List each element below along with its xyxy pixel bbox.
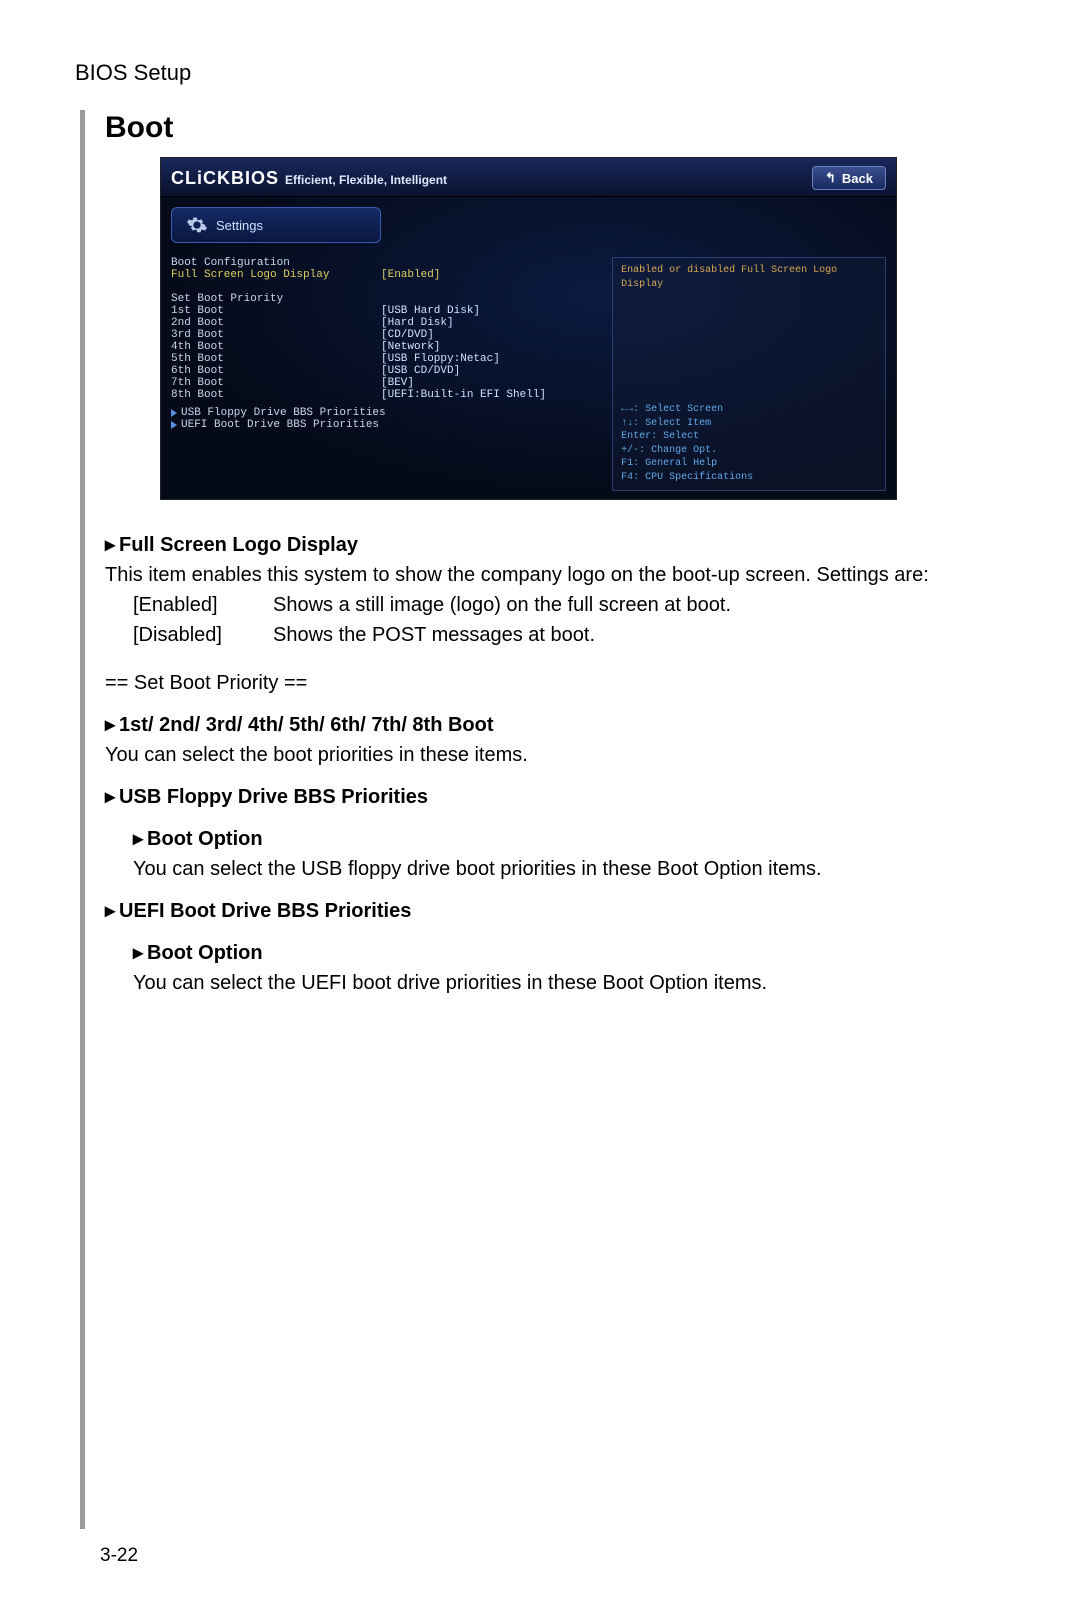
boot-row[interactable]: 5th Boot[USB Floppy:Netac]: [171, 353, 606, 365]
back-arrow-icon: ↰: [825, 170, 836, 186]
bios-help-pane: Enabled or disabled Full Screen Logo Dis…: [612, 257, 886, 491]
boot-7-label: 7th Boot: [171, 377, 381, 389]
usb-floppy-bbs-label: USB Floppy Drive BBS Priorities: [181, 407, 386, 419]
bios-brand: CLiCKBIOS Efficient, Flexible, Intellige…: [171, 168, 447, 189]
boot-4-value: [Network]: [381, 341, 440, 353]
key-hint: +/-: Change Opt.: [621, 444, 877, 458]
bios-tagline: Efficient, Flexible, Intelligent: [285, 173, 447, 187]
boot-row[interactable]: 6th Boot[USB CD/DVD]: [171, 365, 606, 377]
opt-enabled-val: Shows a still image (logo) on the full s…: [273, 590, 731, 620]
item-heading: ▸UEFI Boot Drive BBS Priorities: [105, 896, 980, 926]
item3-subhead: Boot Option: [147, 828, 263, 850]
boot-6-value: [USB CD/DVD]: [381, 365, 460, 377]
boot-1-label: 1st Boot: [171, 305, 381, 317]
item2-head: 1st/ 2nd/ 3rd/ 4th/ 5th/ 6th/ 7th/ 8th B…: [119, 714, 493, 736]
item4-subhead: Boot Option: [147, 942, 263, 964]
item3-head: USB Floppy Drive BBS Priorities: [119, 786, 428, 808]
triangle-icon: [171, 421, 177, 429]
option-row: [Disabled]Shows the POST messages at boo…: [133, 620, 980, 650]
bios-top-bar: CLiCKBIOS Efficient, Flexible, Intellige…: [161, 158, 896, 197]
bios-logo: CLiCKBIOS: [171, 168, 279, 189]
settings-label: Settings: [216, 218, 263, 233]
boot-row[interactable]: 7th Boot[BEV]: [171, 377, 606, 389]
uefi-boot-bbs-link[interactable]: UEFI Boot Drive BBS Priorities: [171, 419, 606, 431]
option-row: [Enabled]Shows a still image (logo) on t…: [133, 590, 980, 620]
key-hints: ←→: Select Screen ↑↓: Select Item Enter:…: [621, 403, 877, 484]
boot-3-value: [CD/DVD]: [381, 329, 434, 341]
boot-2-value: [Hard Disk]: [381, 317, 454, 329]
item1-desc: This item enables this system to show th…: [105, 560, 980, 590]
boot-row[interactable]: 4th Boot[Network]: [171, 341, 606, 353]
item3-desc: You can select the USB floppy drive boot…: [133, 854, 980, 884]
boot-3-label: 3rd Boot: [171, 329, 381, 341]
key-hint: F4: CPU Specifications: [621, 471, 877, 485]
item-heading: ▸USB Floppy Drive BBS Priorities: [105, 782, 980, 812]
fs-logo-value: [Enabled]: [381, 269, 440, 281]
caret-icon: ▸: [105, 896, 115, 926]
section-title: Boot: [105, 111, 980, 145]
item1-head: Full Screen Logo Display: [119, 534, 358, 556]
document-body: ▸Full Screen Logo Display This item enab…: [105, 530, 980, 998]
gear-icon: [186, 214, 208, 236]
fs-logo-label: Full Screen Logo Display: [171, 269, 381, 281]
item4-head: UEFI Boot Drive BBS Priorities: [119, 900, 411, 922]
caret-icon: ▸: [133, 824, 143, 854]
key-hint: ↑↓: Select Item: [621, 417, 877, 431]
set-boot-priority-heading: == Set Boot Priority ==: [105, 668, 980, 698]
item-subheading: ▸Boot Option: [133, 938, 980, 968]
boot-config-label: Boot Configuration: [171, 257, 381, 269]
bios-left-pane: Boot Configuration Full Screen Logo Disp…: [171, 257, 606, 491]
item-subheading: ▸Boot Option: [133, 824, 980, 854]
opt-disabled-key: [Disabled]: [133, 620, 273, 650]
settings-tab[interactable]: Settings: [171, 207, 381, 243]
boot-7-value: [BEV]: [381, 377, 414, 389]
item-heading: ▸1st/ 2nd/ 3rd/ 4th/ 5th/ 6th/ 7th/ 8th …: [105, 710, 980, 740]
key-hint: ←→: Select Screen: [621, 403, 877, 417]
item2-desc: You can select the boot priorities in th…: [105, 740, 980, 770]
boot-row[interactable]: 8th Boot[UEFI:Built-in EFI Shell]: [171, 389, 606, 401]
boot-6-label: 6th Boot: [171, 365, 381, 377]
triangle-icon: [171, 409, 177, 417]
boot-1-value: [USB Hard Disk]: [381, 305, 480, 317]
opt-disabled-val: Shows the POST messages at boot.: [273, 620, 595, 650]
boot-8-value: [UEFI:Built-in EFI Shell]: [381, 389, 546, 401]
key-hint: F1: General Help: [621, 457, 877, 471]
boot-row[interactable]: 1st Boot[USB Hard Disk]: [171, 305, 606, 317]
caret-icon: ▸: [105, 782, 115, 812]
boot-row[interactable]: 2nd Boot[Hard Disk]: [171, 317, 606, 329]
caret-icon: ▸: [105, 710, 115, 740]
key-hint: Enter: Select: [621, 430, 877, 444]
boot-5-value: [USB Floppy:Netac]: [381, 353, 500, 365]
boot-4-label: 4th Boot: [171, 341, 381, 353]
page-header: BIOS Setup: [75, 60, 980, 86]
boot-5-label: 5th Boot: [171, 353, 381, 365]
bios-screenshot: CLiCKBIOS Efficient, Flexible, Intellige…: [160, 157, 897, 500]
back-label: Back: [842, 171, 873, 186]
full-screen-logo-row[interactable]: Full Screen Logo Display [Enabled]: [171, 269, 606, 281]
boot-2-label: 2nd Boot: [171, 317, 381, 329]
page-number: 3-22: [100, 1545, 138, 1567]
opt-enabled-key: [Enabled]: [133, 590, 273, 620]
usb-floppy-bbs-link[interactable]: USB Floppy Drive BBS Priorities: [171, 407, 606, 419]
back-button[interactable]: ↰ Back: [812, 166, 886, 190]
boot-8-label: 8th Boot: [171, 389, 381, 401]
uefi-boot-bbs-label: UEFI Boot Drive BBS Priorities: [181, 419, 379, 431]
item-heading: ▸Full Screen Logo Display: [105, 530, 980, 560]
boot-row[interactable]: 3rd Boot[CD/DVD]: [171, 329, 606, 341]
vertical-rule: [80, 110, 85, 1529]
item4-desc: You can select the UEFI boot drive prior…: [133, 968, 980, 998]
set-boot-priority-label: Set Boot Priority: [171, 293, 381, 305]
caret-icon: ▸: [133, 938, 143, 968]
caret-icon: ▸: [105, 530, 115, 560]
help-text: Enabled or disabled Full Screen Logo Dis…: [621, 264, 877, 291]
